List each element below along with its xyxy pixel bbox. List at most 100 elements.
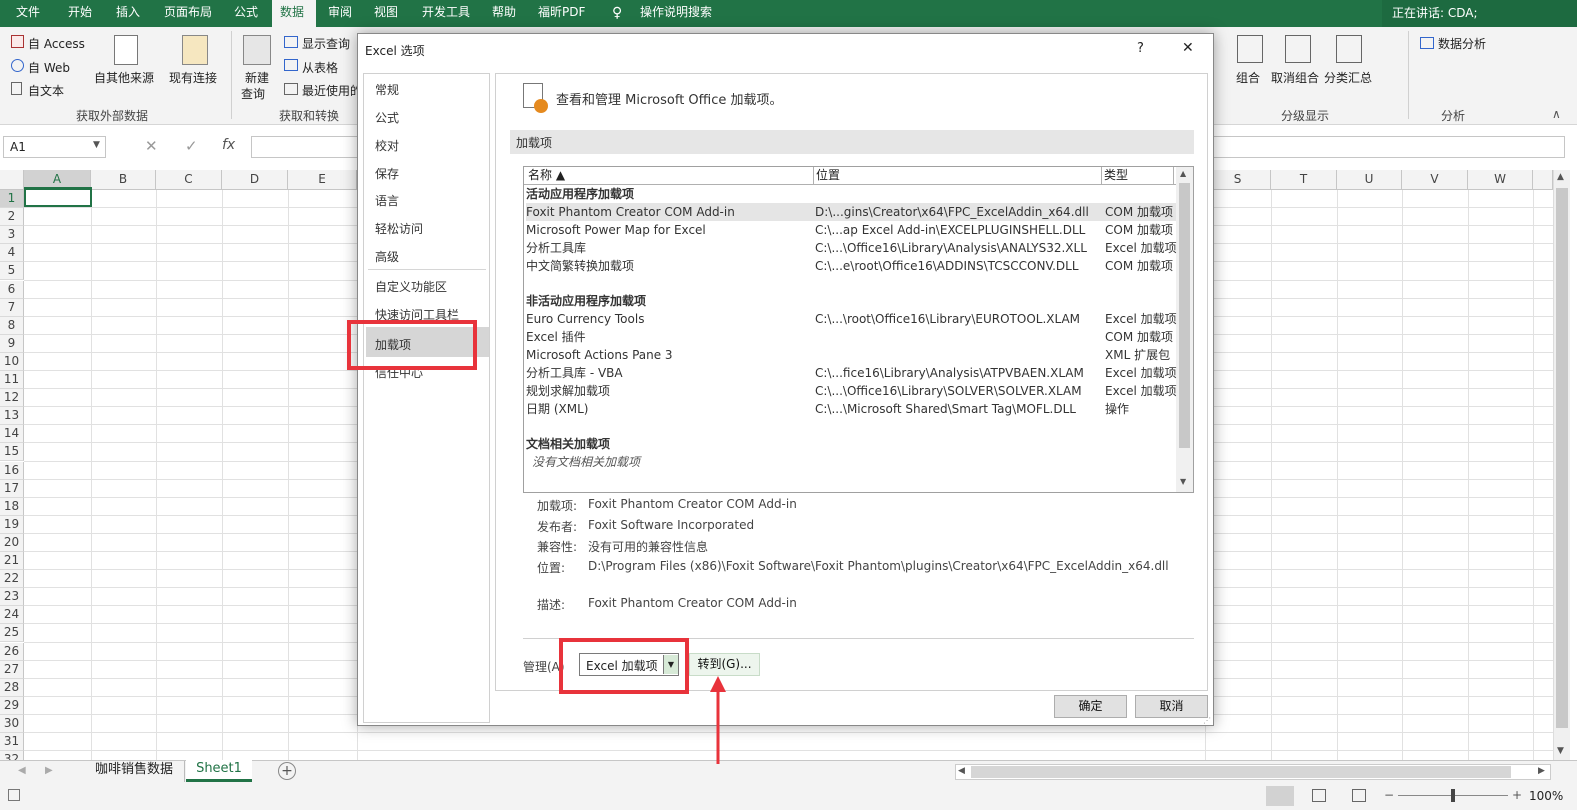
- select-all-corner[interactable]: [0, 170, 24, 190]
- row-header[interactable]: 5: [0, 262, 24, 281]
- row-header[interactable]: 8: [0, 316, 24, 335]
- macro-record-icon[interactable]: [8, 789, 20, 801]
- col-type-header[interactable]: 类型: [1102, 167, 1174, 184]
- row-header[interactable]: 18: [0, 497, 24, 516]
- tell-me-search[interactable]: 操作说明搜索: [632, 0, 720, 27]
- row-header[interactable]: 19: [0, 515, 24, 534]
- row-header[interactable]: 21: [0, 552, 24, 570]
- row-header[interactable]: 30: [0, 714, 24, 733]
- row-header[interactable]: 31: [0, 733, 24, 751]
- row-header[interactable]: 25: [0, 624, 24, 643]
- row-header[interactable]: 28: [0, 678, 24, 697]
- row-header[interactable]: 6: [0, 280, 24, 299]
- row-header[interactable]: 4: [0, 244, 24, 263]
- zoom-out-icon[interactable]: −: [1384, 788, 1394, 802]
- row-header[interactable]: 27: [0, 660, 24, 679]
- close-button[interactable]: ✕: [1182, 40, 1194, 56]
- tab-help[interactable]: 帮助: [484, 0, 524, 27]
- ok-button[interactable]: 确定: [1054, 695, 1127, 718]
- row-header[interactable]: 23: [0, 588, 24, 607]
- recent-sources-button[interactable]: 最近使用的: [302, 82, 362, 99]
- row-header[interactable]: 20: [0, 533, 24, 552]
- nav-customize-ribbon[interactable]: 自定义功能区: [375, 278, 447, 295]
- column-header[interactable]: V: [1402, 170, 1468, 190]
- nav-general[interactable]: 常规: [375, 81, 399, 98]
- row-header[interactable]: 7: [0, 298, 24, 317]
- from-table-button[interactable]: 从表格: [302, 59, 338, 76]
- row-header[interactable]: 1: [0, 190, 24, 208]
- tab-developer[interactable]: 开发工具: [414, 0, 478, 27]
- scroll-up-icon[interactable]: ▲: [1557, 172, 1564, 182]
- data-analysis-button[interactable]: 数据分析: [1438, 35, 1486, 52]
- tab-page-layout[interactable]: 页面布局: [156, 0, 220, 27]
- group-button[interactable]: 组合: [1236, 69, 1260, 86]
- vertical-scroll-thumb[interactable]: [1556, 188, 1568, 728]
- confirm-entry-icon[interactable]: ✓: [185, 137, 198, 155]
- zoom-in-icon[interactable]: +: [1512, 788, 1522, 802]
- new-query-button-line2[interactable]: 查询: [241, 85, 265, 102]
- existing-connections-button[interactable]: 现有连接: [169, 69, 217, 86]
- sheet-tab-sheet1[interactable]: Sheet1: [186, 760, 252, 782]
- from-access-button[interactable]: 自 Access: [28, 35, 85, 52]
- nav-formulas[interactable]: 公式: [375, 109, 399, 126]
- scroll-right-icon[interactable]: ▶: [1538, 766, 1545, 776]
- column-header[interactable]: W: [1468, 170, 1533, 190]
- row-header[interactable]: 24: [0, 606, 24, 625]
- row-header[interactable]: 14: [0, 425, 24, 444]
- row-header[interactable]: 13: [0, 407, 24, 426]
- next-sheet-icon[interactable]: ▶: [45, 765, 53, 776]
- row-header[interactable]: 2: [0, 208, 24, 227]
- row-header[interactable]: 10: [0, 352, 24, 371]
- column-header[interactable]: T: [1271, 170, 1337, 190]
- row-header[interactable]: 17: [0, 479, 24, 498]
- scroll-down-icon[interactable]: ▼: [1557, 746, 1564, 756]
- row-header[interactable]: 11: [0, 371, 24, 389]
- list-scroll-up-icon[interactable]: ▲: [1180, 169, 1186, 178]
- horizontal-scroll-thumb[interactable]: [971, 766, 1511, 778]
- cancel-button[interactable]: 取消: [1135, 695, 1208, 718]
- cancel-entry-icon[interactable]: ✕: [145, 137, 158, 155]
- column-header[interactable]: U: [1337, 170, 1402, 190]
- tab-formulas[interactable]: 公式: [226, 0, 266, 27]
- nav-language[interactable]: 语言: [375, 192, 399, 209]
- horizontal-scrollbar[interactable]: ◀ ▶: [955, 764, 1551, 780]
- subtotal-button[interactable]: 分类汇总: [1324, 69, 1372, 86]
- addin-row[interactable]: 日期 (XML) C:\...\Microsoft Shared\Smart Ta…: [526, 400, 1176, 418]
- col-name-header[interactable]: 名称 ▲: [526, 167, 814, 184]
- insert-function-button[interactable]: fx: [222, 137, 235, 153]
- zoom-slider-thumb[interactable]: [1451, 789, 1455, 802]
- row-header[interactable]: 29: [0, 696, 24, 715]
- tab-review[interactable]: 审阅: [320, 0, 360, 27]
- row-header[interactable]: 15: [0, 443, 24, 462]
- nav-save[interactable]: 保存: [375, 165, 399, 182]
- list-scroll-thumb[interactable]: [1179, 183, 1190, 448]
- new-query-button[interactable]: 新建: [245, 69, 269, 86]
- tab-data[interactable]: 数据: [272, 0, 316, 27]
- tab-foxit-pdf[interactable]: 福昕PDF: [530, 0, 593, 27]
- tab-view[interactable]: 视图: [366, 0, 406, 27]
- collapse-ribbon-icon[interactable]: ∧: [1552, 107, 1561, 121]
- column-header[interactable]: D: [222, 170, 288, 190]
- column-header[interactable]: S: [1205, 170, 1271, 190]
- column-header[interactable]: B: [91, 170, 156, 190]
- addin-row[interactable]: Excel 插件 COM 加载项: [526, 328, 1176, 346]
- page-layout-view-icon[interactable]: [1312, 789, 1326, 802]
- tab-home[interactable]: 开始: [60, 0, 100, 27]
- from-web-button[interactable]: 自 Web: [28, 59, 70, 76]
- list-scroll-down-icon[interactable]: ▼: [1180, 477, 1186, 486]
- row-header[interactable]: 26: [0, 642, 24, 661]
- normal-view-icon[interactable]: [1266, 786, 1294, 806]
- addin-row[interactable]: 规划求解加载项 C:\...\Office16\Library\SOLVER\SO…: [526, 382, 1177, 400]
- nav-proofing[interactable]: 校对: [375, 137, 399, 154]
- tab-insert[interactable]: 插入: [108, 0, 148, 27]
- resize-grip-icon[interactable]: ⋰: [1203, 716, 1211, 725]
- tab-file[interactable]: 文件: [8, 0, 48, 27]
- row-header[interactable]: 22: [0, 570, 24, 589]
- row-header[interactable]: 3: [0, 226, 24, 245]
- active-cell-a1[interactable]: [24, 187, 92, 207]
- col-location-header[interactable]: 位置: [814, 167, 1102, 184]
- zoom-level[interactable]: 100%: [1529, 789, 1563, 803]
- vertical-scrollbar[interactable]: ▲ ▼: [1553, 170, 1570, 760]
- scroll-left-icon[interactable]: ◀: [958, 766, 965, 776]
- show-queries-button[interactable]: 显示查询: [302, 35, 350, 52]
